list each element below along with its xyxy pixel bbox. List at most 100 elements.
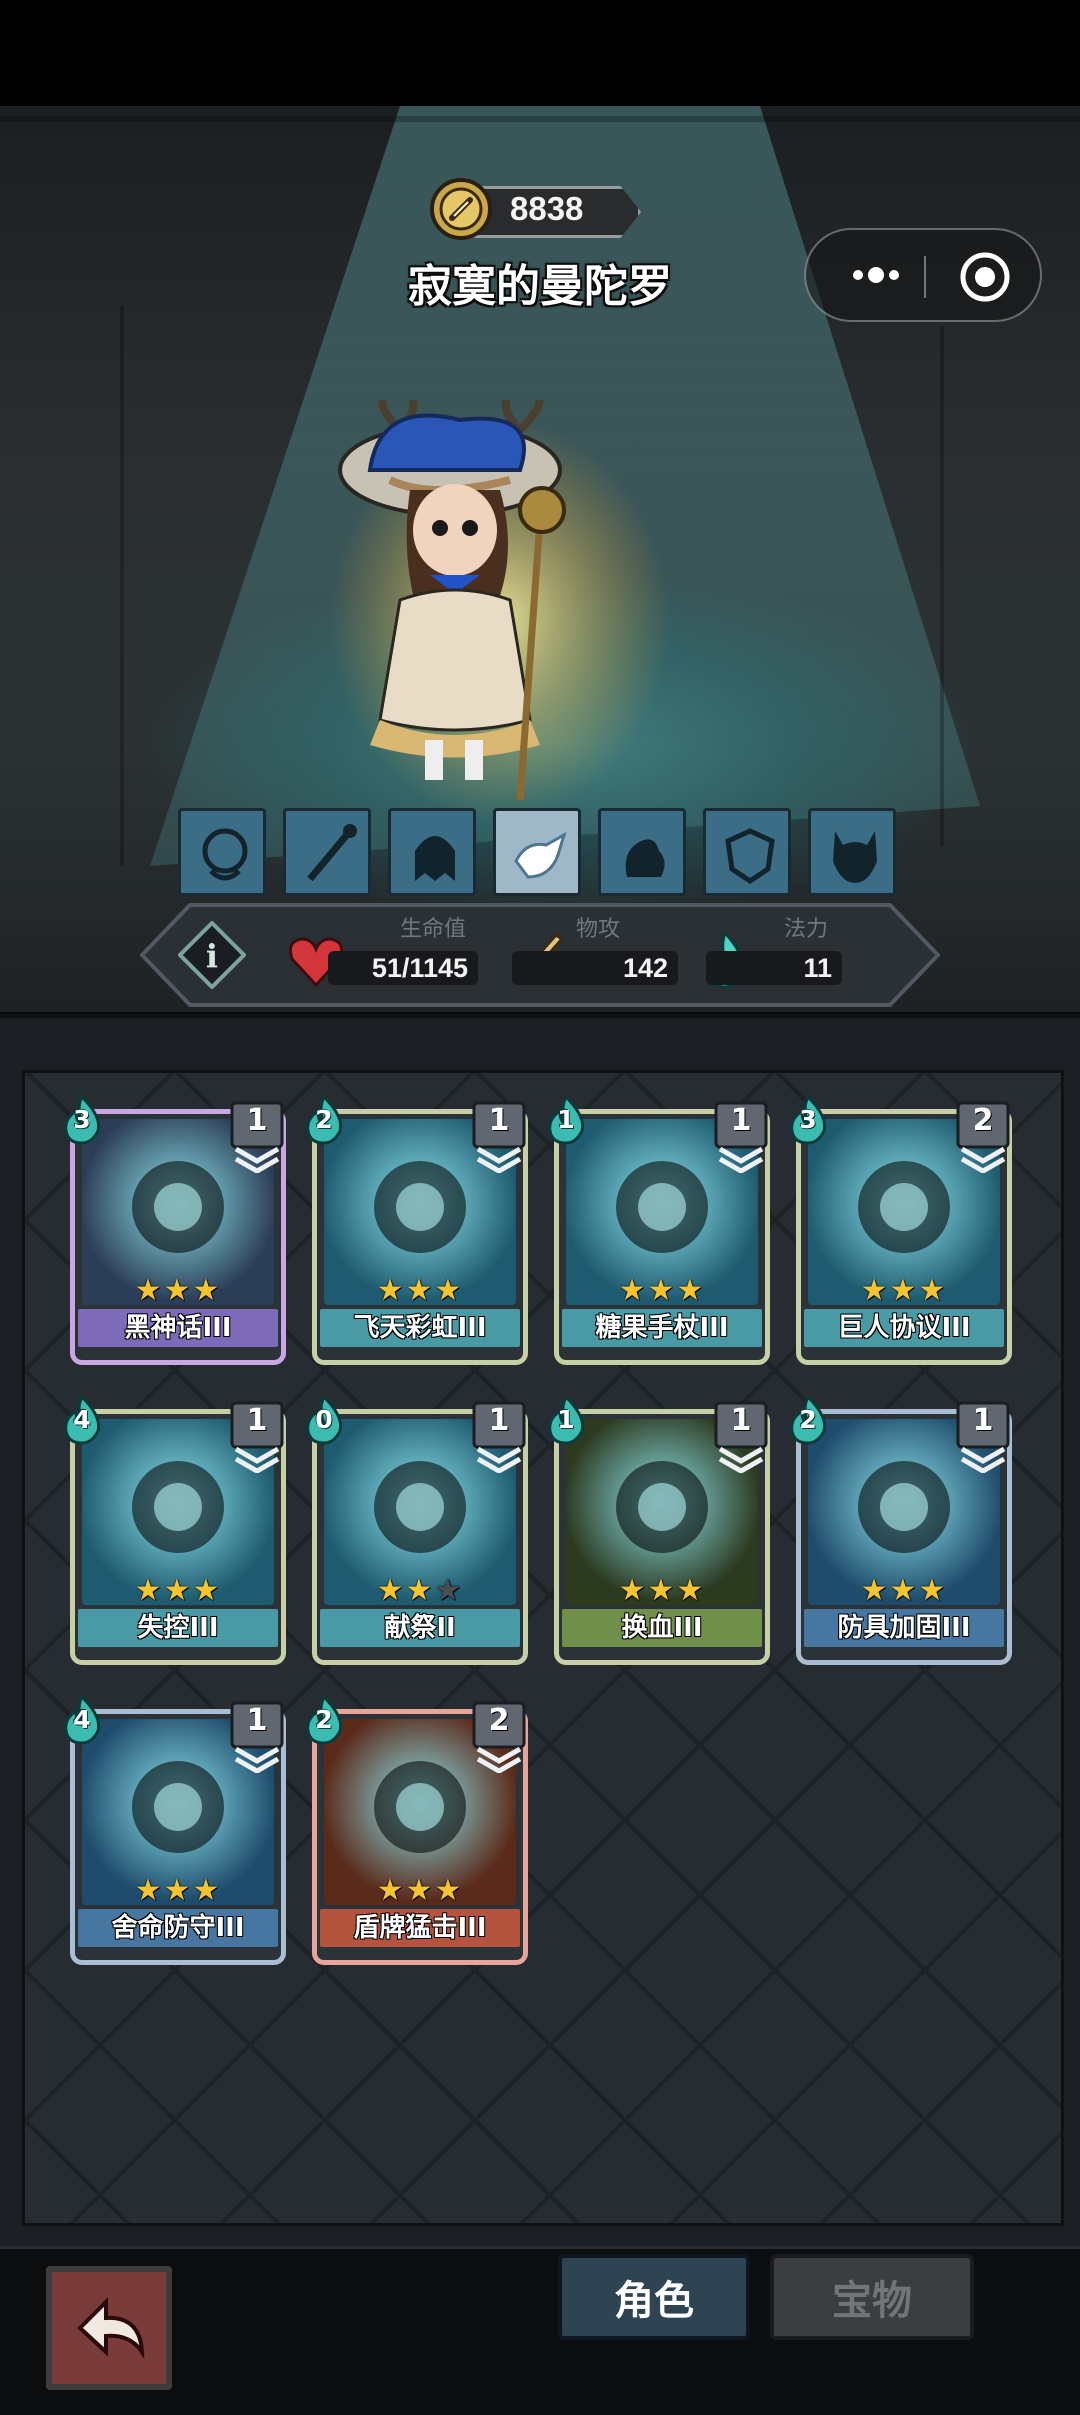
- wall-edge: [0, 116, 1080, 122]
- card-level: 1: [730, 1403, 752, 1438]
- card-level-badge: 1: [470, 1101, 528, 1174]
- attack-value: 142: [512, 951, 678, 985]
- demon-head-icon: [833, 831, 877, 883]
- tab-treasure[interactable]: 宝物: [770, 2254, 974, 2340]
- skill-card[interactable]: ★★★ 失控III 4 1: [64, 1394, 286, 1665]
- skill-slot[interactable]: [178, 808, 266, 896]
- card-cost: 2: [302, 1094, 346, 1145]
- card-name: 换血III: [562, 1609, 762, 1647]
- card-level: 2: [488, 1703, 510, 1738]
- card-level: 1: [730, 1103, 752, 1138]
- card-cost: 2: [302, 1694, 346, 1745]
- skill-card[interactable]: ★★★ 糖果手杖III 1 1: [548, 1094, 770, 1365]
- mana-value: 11: [706, 951, 842, 985]
- skill-card[interactable]: ★★★ 黑神话III 3 1: [64, 1094, 286, 1365]
- hero-name: 寂寞的曼陀罗: [408, 261, 672, 312]
- card-name: 舍命防守III: [78, 1909, 278, 1947]
- card-stars: ★★★: [860, 1273, 948, 1308]
- card-name: 献祭II: [320, 1609, 520, 1647]
- capsule-divider: [924, 256, 926, 298]
- card-level: 1: [488, 1103, 510, 1138]
- card-stars: ★★★: [376, 1873, 464, 1908]
- card-name: 防具加固III: [804, 1609, 1004, 1647]
- card-cost-value: 3: [73, 1105, 91, 1134]
- skill-card[interactable]: ★★★ 飞天彩虹III 2 1: [306, 1094, 528, 1365]
- muscle-arm-icon: [625, 839, 665, 877]
- card-level: 1: [972, 1403, 994, 1438]
- skill-slot[interactable]: [808, 808, 896, 896]
- swirl-creature-icon: [202, 828, 248, 881]
- deck-board: ★★★ 黑神话III 3 1 ★★★ 飞天彩虹III 2 1 ★★★ 糖果手杖III 1 1 ★★★ 巨人…: [0, 1014, 1080, 2250]
- card-cost: 2: [786, 1394, 830, 1445]
- card-level-badge: 1: [228, 1401, 286, 1474]
- skill-card[interactable]: ★★★ 巨人协议III 3 2: [790, 1094, 1012, 1365]
- card-level: 1: [246, 1403, 268, 1438]
- skill-card[interactable]: ★★★ 换血III 1 1: [548, 1394, 770, 1665]
- wall-edge: [940, 326, 944, 846]
- mana-label: 法力: [784, 917, 829, 942]
- card-cost-value: 0: [315, 1405, 333, 1434]
- hero-skill-row: [178, 808, 908, 900]
- hand-grab-icon: [514, 831, 567, 879]
- card-name: 糖果手杖III: [562, 1309, 762, 1347]
- skill-slot[interactable]: [598, 808, 686, 896]
- card-cost-value: 4: [73, 1705, 91, 1734]
- card-cost-value: 1: [557, 1105, 575, 1134]
- card-level-badge: 1: [712, 1101, 770, 1174]
- stats-bar: i 生命值 51/1145 物攻 142 法力 11: [140, 903, 940, 1007]
- hp-value: 51/1145: [328, 951, 478, 985]
- card-cost: 1: [544, 1094, 588, 1145]
- card-grid: ★★★ 黑神话III 3 1 ★★★ 飞天彩虹III 2 1 ★★★ 糖果手杖III 1 1 ★★★ 巨人…: [22, 1070, 1064, 2226]
- info-icon[interactable]: i: [177, 920, 247, 990]
- card-cost-value: 2: [315, 1705, 333, 1734]
- attack-label: 物攻: [576, 917, 621, 942]
- skill-slot[interactable]: [388, 808, 476, 896]
- card-level: 1: [246, 1103, 268, 1138]
- back-button[interactable]: [46, 2266, 172, 2390]
- card-cost: 4: [60, 1694, 104, 1745]
- card-stars: ★★★: [860, 1573, 948, 1608]
- hero-character: [330, 386, 730, 830]
- more-dots-icon[interactable]: [836, 250, 916, 300]
- target-circle-icon[interactable]: [958, 250, 1012, 304]
- card-cost: 0: [302, 1394, 346, 1445]
- card-cost-value: 3: [799, 1105, 817, 1134]
- card-name: 失控III: [78, 1609, 278, 1647]
- back-arrow-icon: [77, 2297, 145, 2360]
- status-bar: [0, 0, 1080, 106]
- card-stars: ★★★: [134, 1273, 222, 1308]
- card-cost: 3: [786, 1094, 830, 1145]
- card-name: 飞天彩虹III: [320, 1309, 520, 1347]
- card-name: 巨人协议III: [804, 1309, 1004, 1347]
- tab-role[interactable]: 角色: [558, 2254, 750, 2340]
- card-level-badge: 1: [954, 1401, 1012, 1474]
- gold-value: 8838: [510, 190, 584, 227]
- card-stars: ★★★: [618, 1573, 706, 1608]
- card-cost-value: 2: [315, 1105, 333, 1134]
- shield-shards-icon: [725, 828, 775, 885]
- card-level-badge: 1: [470, 1401, 528, 1474]
- card-level: 1: [488, 1403, 510, 1438]
- card-level-badge: 2: [470, 1701, 528, 1774]
- card-name: 盾牌猛击III: [320, 1909, 520, 1947]
- card-stars: ★★★: [134, 1573, 222, 1608]
- staff-icon: [307, 824, 357, 882]
- card-cost: 1: [544, 1394, 588, 1445]
- skill-card[interactable]: ★★★ 盾牌猛击III 2 2: [306, 1694, 528, 1965]
- card-stars: ★★★: [618, 1273, 706, 1308]
- card-level-badge: 1: [228, 1701, 286, 1774]
- card-name: 黑神话III: [78, 1309, 278, 1347]
- card-cost-value: 2: [799, 1405, 817, 1434]
- skill-slot[interactable]: [493, 808, 581, 896]
- card-stars: ★★★: [376, 1273, 464, 1308]
- skill-card[interactable]: ★★★ 献祭II 0 1: [306, 1394, 528, 1665]
- skill-slot[interactable]: [703, 808, 791, 896]
- skill-card[interactable]: ★★★ 防具加固III 2 1: [790, 1394, 1012, 1665]
- card-stars: ★★★: [376, 1573, 464, 1608]
- skill-card[interactable]: ★★★ 舍命防守III 4 1: [64, 1694, 286, 1965]
- skill-slot[interactable]: [283, 808, 371, 896]
- card-level-badge: 1: [712, 1401, 770, 1474]
- wall-edge: [120, 306, 124, 866]
- coin-icon: [430, 178, 492, 240]
- card-cost-value: 4: [73, 1405, 91, 1434]
